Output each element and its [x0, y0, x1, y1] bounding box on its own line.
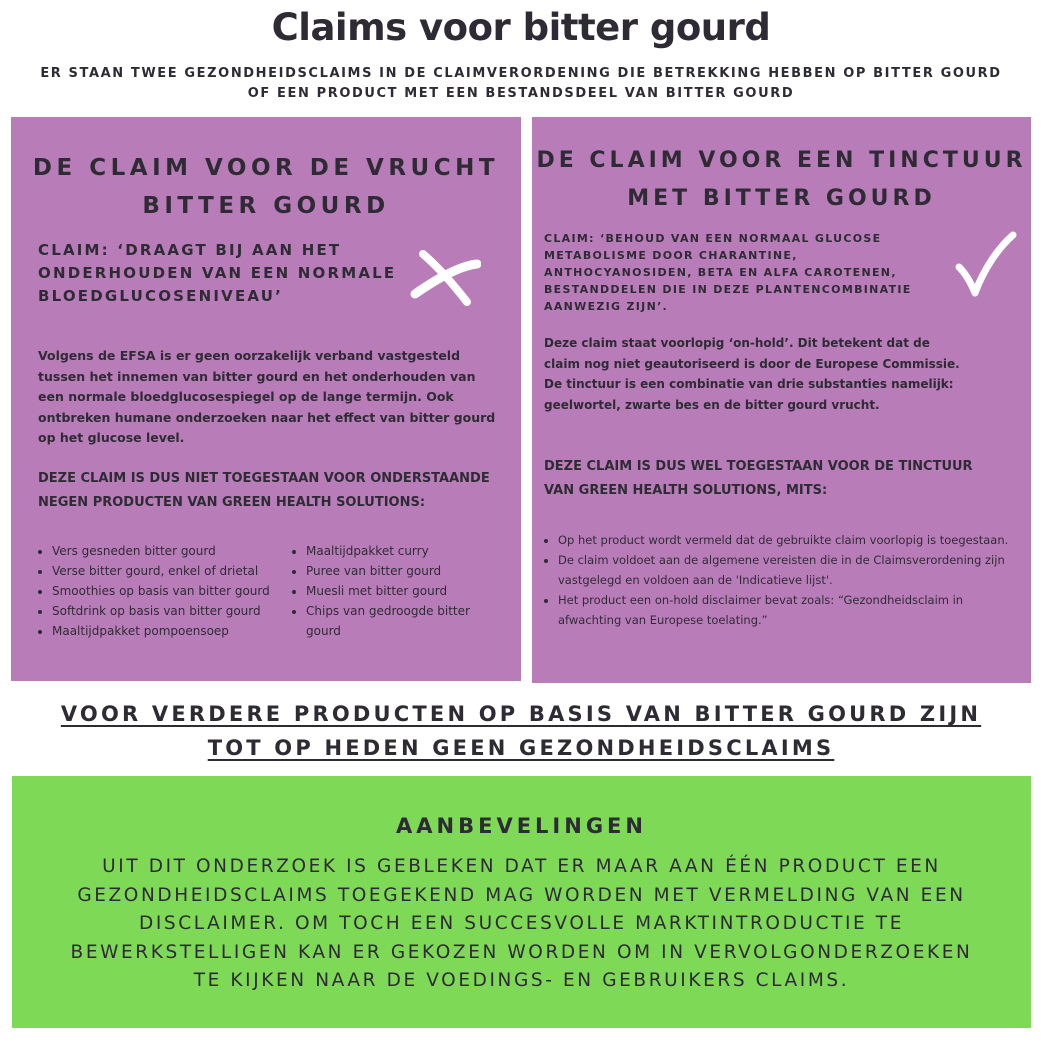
- fruit-claim-line: BLOEDGLUCOSENIVEAU’: [38, 287, 284, 305]
- recommendations-heading: AANBEVELINGEN: [396, 814, 647, 838]
- explanation-line: claim nog niet geautoriseerd is door de …: [544, 356, 960, 371]
- fruit-claim-panel: DE CLAIM VOOR DE VRUCHT BITTER GOURD CLA…: [11, 117, 521, 681]
- explanation-line: De tinctuur is een combinatie van drie s…: [544, 377, 954, 391]
- explanation-line: geelwortel, zwarte bes en de bitter gour…: [544, 397, 880, 412]
- tincture-claim-line: CLAIM: ‘BEHOUD VAN EEN NORMAAL GLUCOSE: [544, 232, 882, 245]
- notice-line: TOT OP HEDEN GEEN GEZONDHEIDSCLAIMS: [207, 736, 835, 760]
- recommendation-line: GEZONDHEIDSCLAIMS TOEGEKEND MAG WORDEN M…: [77, 884, 966, 906]
- fruit-claim-explanation: Volgens de EFSA is er geen oorzakelijk v…: [38, 346, 508, 449]
- list-item: Op het product wordt vermeld dat de gebr…: [558, 530, 1024, 550]
- tincture-claim-heading-line2: MET BITTER GOURD: [627, 186, 936, 211]
- no-further-claims-notice: VOOR VERDERE PRODUCTEN OP BASIS VAN BITT…: [0, 697, 1042, 765]
- page-title: Claims voor bitter gourd: [271, 6, 771, 49]
- recommendation-line: DISCLAIMER. OM TOCH EEN SUCCESVOLLE MARK…: [138, 913, 904, 934]
- explanation-line: ontbreken humane onderzoeken naar het ef…: [38, 409, 496, 425]
- fruit-claim-conclusion: DEZE CLAIM IS DUS NIET TOEGESTAAN VOOR O…: [38, 467, 518, 515]
- list-item: Puree van bitter gourd: [306, 561, 506, 581]
- list-item: Het product een on-hold disclaimer bevat…: [558, 590, 1024, 630]
- fruit-claim-heading-line2: BITTER GOURD: [142, 193, 390, 219]
- list-item: Smoothies op basis van bitter gourd: [52, 581, 302, 601]
- fruit-claim-line: CLAIM: ‘DRAAGT BIJ AAN HET: [38, 241, 342, 259]
- explanation-line: op het glucose level.: [38, 430, 185, 445]
- list-item: De claim voldoet aan de algemene vereist…: [558, 550, 1024, 590]
- list-item: Maaltijdpakket curry: [306, 541, 506, 561]
- recommendation-line: UIT DIT ONDERZOEK IS GEBLEKEN DAT ER MAA…: [102, 856, 941, 877]
- checkmark-icon: [955, 231, 1017, 297]
- list-item: Muesli met bitter gourd: [306, 581, 506, 601]
- tincture-claim-line: METABOLISME DOOR CHARANTINE,: [544, 249, 798, 262]
- fruit-claim-heading: DE CLAIM VOOR DE VRUCHT BITTER GOURD: [11, 149, 521, 225]
- notice-line: VOOR VERDERE PRODUCTEN OP BASIS VAN BITT…: [60, 702, 982, 726]
- tincture-claim-line: BESTANDDELEN DIE IN DEZE PLANTENCOMBINAT…: [544, 283, 912, 296]
- fruit-claim-text: CLAIM: ‘DRAAGT BIJ AAN HET ONDERHOUDEN V…: [38, 239, 398, 308]
- list-item: Softdrink op basis van bitter gourd: [52, 601, 302, 621]
- explanation-line: Deze claim staat voorlopig ‘on-hold’. Di…: [544, 336, 930, 350]
- list-item: Maaltijdpakket pompoensoep: [52, 621, 302, 641]
- tincture-claim-panel: DE CLAIM VOOR EEN TINCTUUR MET BITTER GO…: [532, 117, 1031, 683]
- recommendations-box: AANBEVELINGEN UIT DIT ONDERZOEK IS GEBLE…: [12, 776, 1031, 1028]
- list-item: Chips van gedroogde bitter gourd: [306, 601, 506, 641]
- recommendations-text: UIT DIT ONDERZOEK IS GEBLEKEN DAT ER MAA…: [62, 853, 981, 996]
- page-subtitle: ER STAAN TWEE GEZONDHEIDSCLAIMS IN DE CL…: [40, 66, 1002, 101]
- conclusion-line: NEGEN PRODUCTEN VAN GREEN HEALTH SOLUTIO…: [38, 495, 426, 510]
- tincture-claim-heading-line1: DE CLAIM VOOR EEN TINCTUUR: [536, 148, 1027, 173]
- conditions-list: Op het product wordt vermeld dat de gebr…: [544, 530, 1024, 630]
- tincture-claim-line: ANTHOCYANOSIDEN, BETA EN ALFA CAROTENEN,: [544, 266, 897, 279]
- conclusion-line: VAN GREEN HEALTH SOLUTIONS, MITS:: [544, 483, 828, 498]
- explanation-line: Volgens de EFSA is er geen oorzakelijk v…: [38, 348, 461, 363]
- product-list-col1: Vers gesneden bitter gourd Verse bitter …: [38, 541, 302, 641]
- tincture-claim-conclusion: DEZE CLAIM IS DUS WEL TOEGESTAAN VOOR DE…: [544, 455, 1024, 503]
- tincture-claim-line: AANWEZIG ZIJN’.: [544, 300, 669, 313]
- explanation-line: tussen het innemen van bitter gourd en h…: [38, 368, 476, 384]
- fruit-claim-heading-line1: DE CLAIM VOOR DE VRUCHT: [32, 155, 500, 181]
- conclusion-line: DEZE CLAIM IS DUS NIET TOEGESTAAN VOOR O…: [38, 471, 490, 486]
- product-list-col2: Maaltijdpakket curry Puree van bitter go…: [292, 541, 506, 641]
- recommendation-line: BEWERKSTELLIGEN KAN ER GEKOZEN WORDEN OM…: [70, 941, 973, 963]
- recommendation-line: TE KIJKEN NAAR DE VOEDINGS- EN GEBRUIKER…: [193, 970, 850, 991]
- tincture-claim-explanation: Deze claim staat voorlopig ‘on-hold’. Di…: [544, 333, 1024, 415]
- tincture-claim-heading: DE CLAIM VOOR EEN TINCTUUR MET BITTER GO…: [532, 142, 1031, 218]
- cross-icon: [410, 250, 481, 306]
- list-item: Verse bitter gourd, enkel of drietal: [52, 561, 302, 581]
- tincture-claim-text: CLAIM: ‘BEHOUD VAN EEN NORMAAL GLUCOSE M…: [544, 230, 924, 315]
- list-item: Vers gesneden bitter gourd: [52, 541, 302, 561]
- conclusion-line: DEZE CLAIM IS DUS WEL TOEGESTAAN VOOR DE…: [544, 459, 973, 474]
- explanation-line: een normale bloedglucosespiegel op de la…: [38, 389, 454, 404]
- fruit-claim-line: ONDERHOUDEN VAN EEN NORMALE: [38, 264, 397, 282]
